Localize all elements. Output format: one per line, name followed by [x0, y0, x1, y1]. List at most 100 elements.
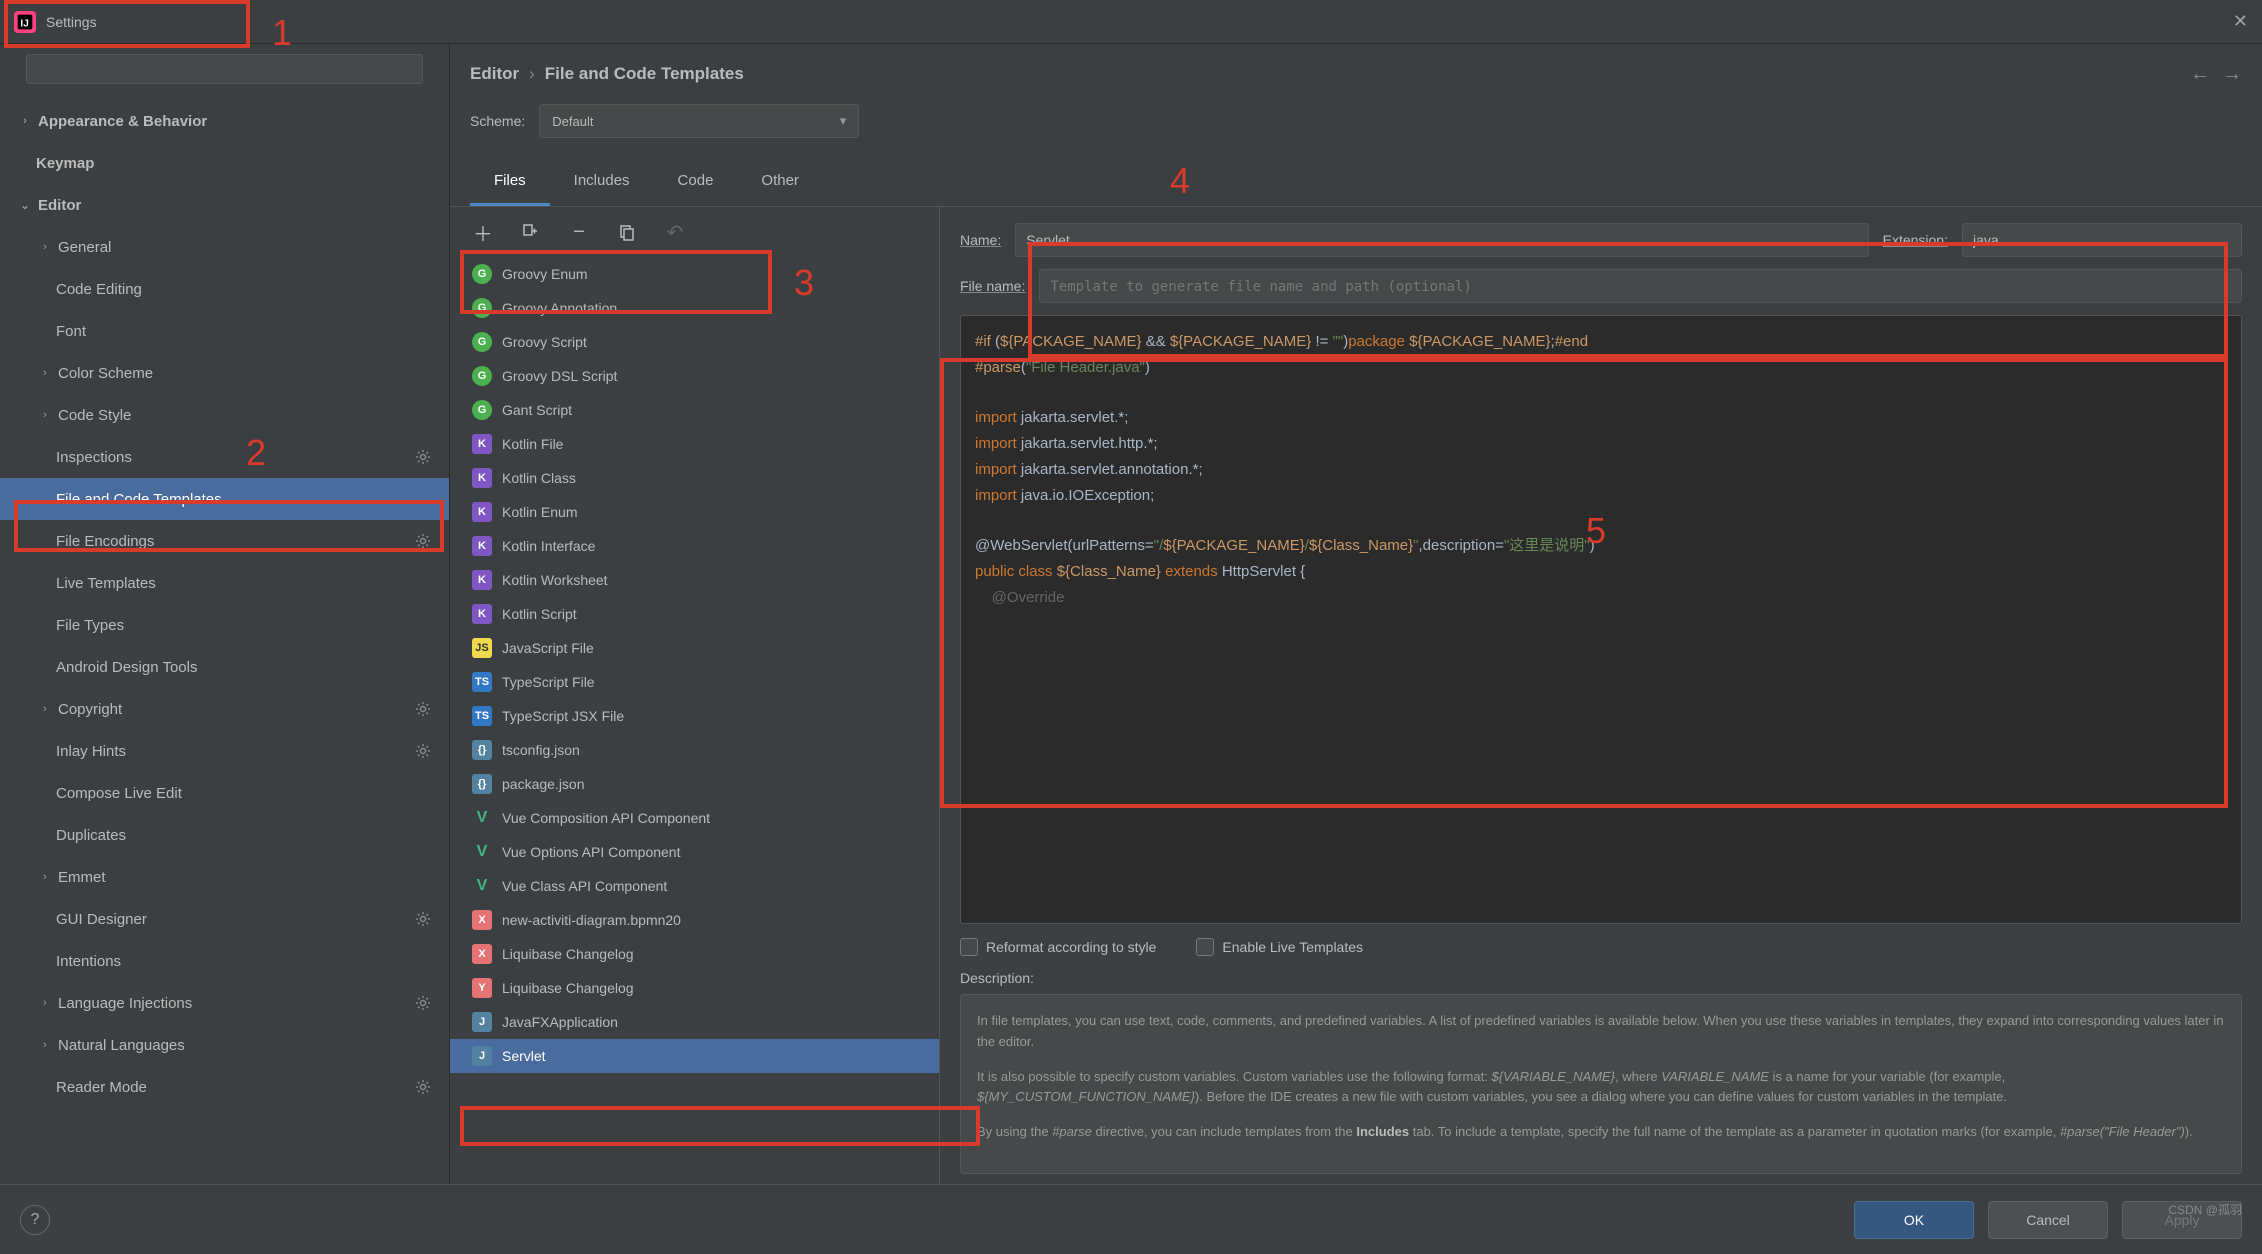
file-type-icon: J [472, 1046, 492, 1066]
template-item-label: Kotlin Script [502, 606, 577, 622]
template-item-label: Vue Composition API Component [502, 810, 710, 826]
gear-icon[interactable] [415, 911, 431, 927]
gear-icon[interactable] [415, 701, 431, 717]
sidebar-item-editor[interactable]: ⌄Editor [0, 184, 449, 226]
file-type-icon: G [472, 298, 492, 318]
nav-back-icon[interactable]: ← [2190, 63, 2210, 86]
template-item[interactable]: GGant Script [450, 393, 939, 427]
template-item[interactable]: VVue Composition API Component [450, 801, 939, 835]
sidebar-item-file-encodings[interactable]: File Encodings [0, 520, 449, 562]
tab-includes[interactable]: Includes [550, 158, 654, 206]
template-item[interactable]: GGroovy Enum [450, 257, 939, 291]
gear-icon[interactable] [415, 533, 431, 549]
filename-input[interactable] [1039, 269, 2242, 303]
sidebar-item-code-editing[interactable]: Code Editing [0, 268, 449, 310]
undo-button[interactable]: ↶ [664, 221, 686, 243]
sidebar-item-natural-languages[interactable]: ›Natural Languages [0, 1024, 449, 1066]
reformat-checkbox[interactable]: Reformat according to style [960, 938, 1156, 956]
sidebar-item-keymap[interactable]: Keymap [0, 142, 449, 184]
template-item[interactable]: YLiquibase Changelog [450, 971, 939, 1005]
template-item[interactable]: {}package.json [450, 767, 939, 801]
sidebar-item-file-and-code-templates[interactable]: File and Code Templates [0, 478, 449, 520]
remove-button[interactable]: − [568, 221, 590, 243]
sidebar-item-gui-designer[interactable]: GUI Designer [0, 898, 449, 940]
sidebar-item-inspections[interactable]: Inspections [0, 436, 449, 478]
sidebar-item-label: File and Code Templates [56, 491, 222, 508]
description-box: In file templates, you can use text, cod… [960, 994, 2242, 1174]
template-item[interactable]: KKotlin Enum [450, 495, 939, 529]
sidebar-item-reader-mode[interactable]: Reader Mode [0, 1066, 449, 1108]
sidebar-item-inlay-hints[interactable]: Inlay Hints [0, 730, 449, 772]
sidebar-item-duplicates[interactable]: Duplicates [0, 814, 449, 856]
file-type-icon: K [472, 502, 492, 522]
gear-icon[interactable] [415, 995, 431, 1011]
sidebar-item-label: Language Injections [58, 995, 192, 1012]
sidebar-item-file-types[interactable]: File Types [0, 604, 449, 646]
copy-button[interactable] [616, 221, 638, 243]
template-item[interactable]: VVue Class API Component [450, 869, 939, 903]
help-icon[interactable]: ? [20, 1205, 50, 1235]
template-item[interactable]: VVue Options API Component [450, 835, 939, 869]
template-item[interactable]: KKotlin Class [450, 461, 939, 495]
tab-other[interactable]: Other [737, 158, 823, 206]
gear-icon[interactable] [415, 449, 431, 465]
sidebar-item-code-style[interactable]: ›Code Style [0, 394, 449, 436]
add-child-button[interactable] [520, 221, 542, 243]
add-button[interactable]: ＋ [472, 221, 494, 243]
sidebar-item-emmet[interactable]: ›Emmet [0, 856, 449, 898]
breadcrumb-editor[interactable]: Editor [470, 64, 519, 84]
sidebar-item-general[interactable]: ›General [0, 226, 449, 268]
tab-files[interactable]: Files [470, 158, 550, 206]
template-item[interactable]: TSTypeScript JSX File [450, 699, 939, 733]
template-item[interactable]: Xnew-activiti-diagram.bpmn20 [450, 903, 939, 937]
template-item-label: Vue Class API Component [502, 878, 667, 894]
template-item[interactable]: XLiquibase Changelog [450, 937, 939, 971]
nav-forward-icon[interactable]: → [2222, 63, 2242, 86]
template-item[interactable]: KKotlin Script [450, 597, 939, 631]
ok-button[interactable]: OK [1854, 1201, 1974, 1239]
template-item[interactable]: JSJavaScript File [450, 631, 939, 665]
template-item-label: JavaFXApplication [502, 1014, 618, 1030]
sidebar-item-android-design-tools[interactable]: Android Design Tools [0, 646, 449, 688]
name-input[interactable] [1015, 223, 1868, 257]
sidebar-item-appearance-behavior[interactable]: ›Appearance & Behavior [0, 100, 449, 142]
template-item[interactable]: TSTypeScript File [450, 665, 939, 699]
template-item[interactable]: {}tsconfig.json [450, 733, 939, 767]
template-item[interactable]: JServlet [450, 1039, 939, 1073]
cancel-button[interactable]: Cancel [1988, 1201, 2108, 1239]
search-input[interactable] [26, 54, 423, 84]
template-item[interactable]: JJavaFXApplication [450, 1005, 939, 1039]
sidebar-item-color-scheme[interactable]: ›Color Scheme [0, 352, 449, 394]
checkbox-icon [960, 938, 978, 956]
template-item[interactable]: KKotlin File [450, 427, 939, 461]
sidebar-item-intentions[interactable]: Intentions [0, 940, 449, 982]
template-item[interactable]: GGroovy DSL Script [450, 359, 939, 393]
live-templates-checkbox[interactable]: Enable Live Templates [1196, 938, 1363, 956]
file-type-icon: {} [472, 740, 492, 760]
template-item[interactable]: KKotlin Interface [450, 529, 939, 563]
template-item-label: JavaScript File [502, 640, 594, 656]
scheme-select[interactable]: Default ▾ [539, 104, 859, 138]
sidebar-item-compose-live-edit[interactable]: Compose Live Edit [0, 772, 449, 814]
gear-icon[interactable] [415, 743, 431, 759]
sidebar-item-live-templates[interactable]: Live Templates [0, 562, 449, 604]
template-item-label: Kotlin Class [502, 470, 576, 486]
template-item[interactable]: GGroovy Annotation [450, 291, 939, 325]
scheme-label: Scheme: [470, 113, 525, 129]
template-item-label: TypeScript JSX File [502, 708, 624, 724]
window-title: Settings [46, 14, 97, 30]
sidebar-item-copyright[interactable]: ›Copyright [0, 688, 449, 730]
close-icon[interactable]: ✕ [2233, 11, 2248, 32]
sidebar-item-language-injections[interactable]: ›Language Injections [0, 982, 449, 1024]
template-code-editor[interactable]: #if (${PACKAGE_NAME} && ${PACKAGE_NAME} … [960, 315, 2242, 924]
filename-label: File name: [960, 278, 1025, 294]
template-item[interactable]: GGroovy Script [450, 325, 939, 359]
file-type-icon: X [472, 944, 492, 964]
tab-code[interactable]: Code [654, 158, 738, 206]
gear-icon[interactable] [415, 1079, 431, 1095]
sidebar-item-font[interactable]: Font [0, 310, 449, 352]
template-list: GGroovy EnumGGroovy AnnotationGGroovy Sc… [450, 257, 939, 1184]
template-item[interactable]: KKotlin Worksheet [450, 563, 939, 597]
scheme-value: Default [552, 114, 593, 129]
extension-input[interactable] [1962, 223, 2242, 257]
